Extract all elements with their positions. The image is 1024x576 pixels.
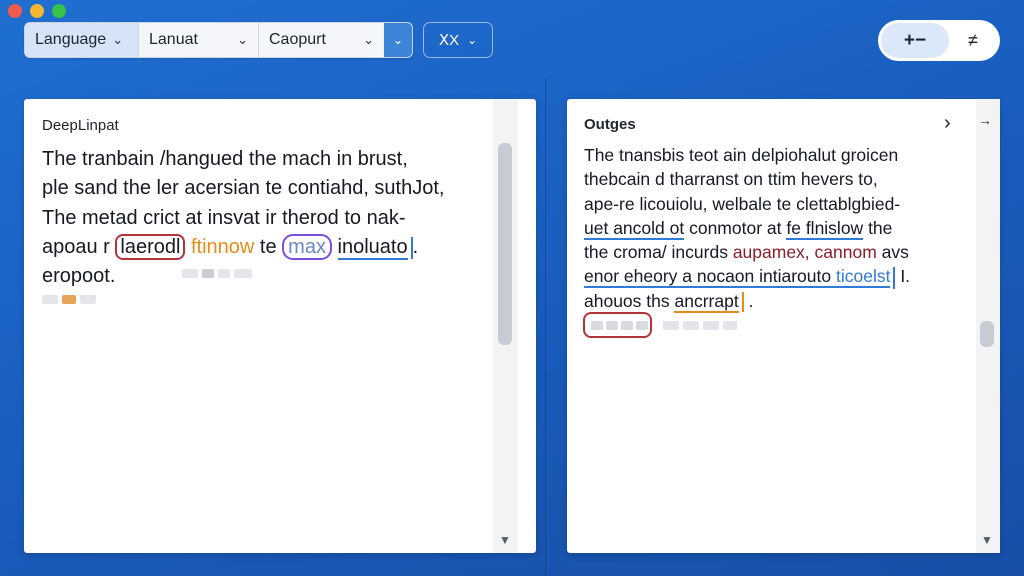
badge-chip [606,320,618,330]
output-line: The tnansbis teot ain delpiohalut groice… [584,145,899,165]
placeholder-chip [234,269,252,278]
input-line: apoau r laerodl ftinnow te max inoluato. [42,233,444,262]
placeholder-chip [703,321,719,330]
highlighted-word-orange[interactable]: ftinnow [191,236,254,258]
close-window-button[interactable] [8,4,22,18]
compare-view-button[interactable]: ≠ [949,30,997,51]
badge-chip [621,320,633,330]
scroll-down-icon[interactable]: ▼ [981,533,993,547]
input-panel[interactable]: DeepLinpat The tranbain /hangued the mac… [24,99,536,553]
placeholder-chip [80,295,96,304]
output-scrollbar[interactable]: ▼ [976,99,1000,553]
underlined-word-blue[interactable]: uet ancold ot [584,217,685,240]
minimize-window-button[interactable] [30,4,44,18]
target-language-dropdown-button[interactable]: ⌄ [384,23,412,57]
underlined-word-blue[interactable]: inoluato [337,235,408,260]
output-text-segment: . [743,290,754,311]
output-line: ape-re licouiolu, welbale te clettablgbi… [584,193,901,214]
output-line: uet ancold ot conmotor at fe flnislow th… [584,216,910,240]
placeholder-chip [663,321,679,330]
output-text-segment: ahouos ths [584,290,675,311]
underlined-word-blue[interactable]: fe flnislow [786,217,864,240]
format-menu-button[interactable]: ⅩX ⌄ [423,22,493,58]
output-line: enor eheory a nocaon intiarouto ticoelst… [584,264,911,289]
view-toggle-group: +− ≠ [878,20,1000,61]
output-text-segment: enor eheory a nocaon intiarouto [584,266,836,289]
scrollbar-thumb[interactable] [498,143,512,345]
highlighted-word-red[interactable]: aupamex, cannom [733,242,877,262]
placeholder-chip [182,269,198,278]
output-text-segment: conmotor at [684,217,787,238]
placeholder-chip [683,321,699,330]
placeholder-chip [202,269,214,278]
underlined-word-orange[interactable]: ancrrapt [674,290,739,313]
scrollbar-thumb[interactable] [980,321,994,347]
output-panel-title: Outges [584,116,636,133]
badge-chip [636,320,648,330]
output-text-segment: I. [895,266,911,287]
chevron-down-icon: ⌄ [363,32,374,47]
placeholder-chip [42,295,58,304]
output-text-segment: the [863,217,893,238]
highlighted-word-purple[interactable]: max [282,233,332,260]
zoom-window-button[interactable] [52,4,66,18]
output-text-segment: the croma/ incurds [584,242,733,263]
chevron-down-icon: ⌄ [237,32,248,47]
badge-chip [591,320,603,330]
language-dropdown-label: Language [35,31,107,48]
output-text-segment: avs [876,242,909,263]
split-view-icon: +− [903,29,927,51]
language-selector-group: Language ⌄ Lanuat ⌄ Caopurt ⌄ ⌄ [24,22,413,58]
target-language-label: Caopurt [269,31,326,48]
source-language-select[interactable]: Lanuat ⌄ [139,23,259,57]
chevron-down-icon: ⌄ [392,33,404,47]
source-language-label: Lanuat [149,31,198,48]
input-placeholder-row [182,269,252,278]
input-line: The metad crict at insvat ir therod to n… [42,206,406,229]
input-placeholder-row [42,295,96,304]
output-line: ahouos ths ancrrapt . [584,289,910,313]
placeholder-chip [62,295,76,304]
chevron-down-icon: ⌄ [112,32,124,47]
input-text-segment [332,236,338,258]
alternatives-badge[interactable] [583,312,652,338]
toolbar: Language ⌄ Lanuat ⌄ Caopurt ⌄ ⌄ ⅩX ⌄ [24,22,493,58]
pane-divider[interactable] [545,78,546,576]
output-text-area: The tnansbis teot ain delpiohalut groice… [584,143,910,313]
underlined-word-blue[interactable]: ticoelst [835,266,891,289]
input-panel-title: DeepLinpat [42,117,119,134]
output-placeholder-row [663,321,737,330]
format-label: ⅩX [438,32,460,49]
compare-view-icon: ≠ [968,30,978,50]
output-panel[interactable]: Outges › The tnansbis teot ain delpiohal… [567,99,1000,553]
input-text-segment: . [412,235,419,258]
scroll-down-icon[interactable]: ▼ [499,533,511,547]
placeholder-chip [218,269,230,278]
input-text-segment: apoau r [42,235,116,258]
arrow-right-icon[interactable]: → [978,112,992,128]
input-line: The tranbain /hangued the mach in brust, [42,148,408,170]
output-line: thebcain d tharranst on ttim hevers to, [584,169,878,190]
window-controls [8,4,66,18]
chevron-right-icon[interactable]: › [944,112,951,135]
split-view-button[interactable]: +− [881,23,949,58]
placeholder-chip [723,321,737,330]
input-scrollbar[interactable]: ▼ [493,99,518,553]
highlighted-word-red[interactable]: laerodl [115,233,186,260]
chevron-down-icon: ⌄ [467,33,478,47]
input-line: ple sand the ler acersian te contiahd, s… [42,177,445,200]
language-dropdown[interactable]: Language ⌄ [25,23,139,57]
target-language-select[interactable]: Caopurt ⌄ [259,23,384,57]
input-text-segment: te [254,235,283,258]
output-line: the croma/ incurds aupamex, cannom avs [584,240,910,264]
